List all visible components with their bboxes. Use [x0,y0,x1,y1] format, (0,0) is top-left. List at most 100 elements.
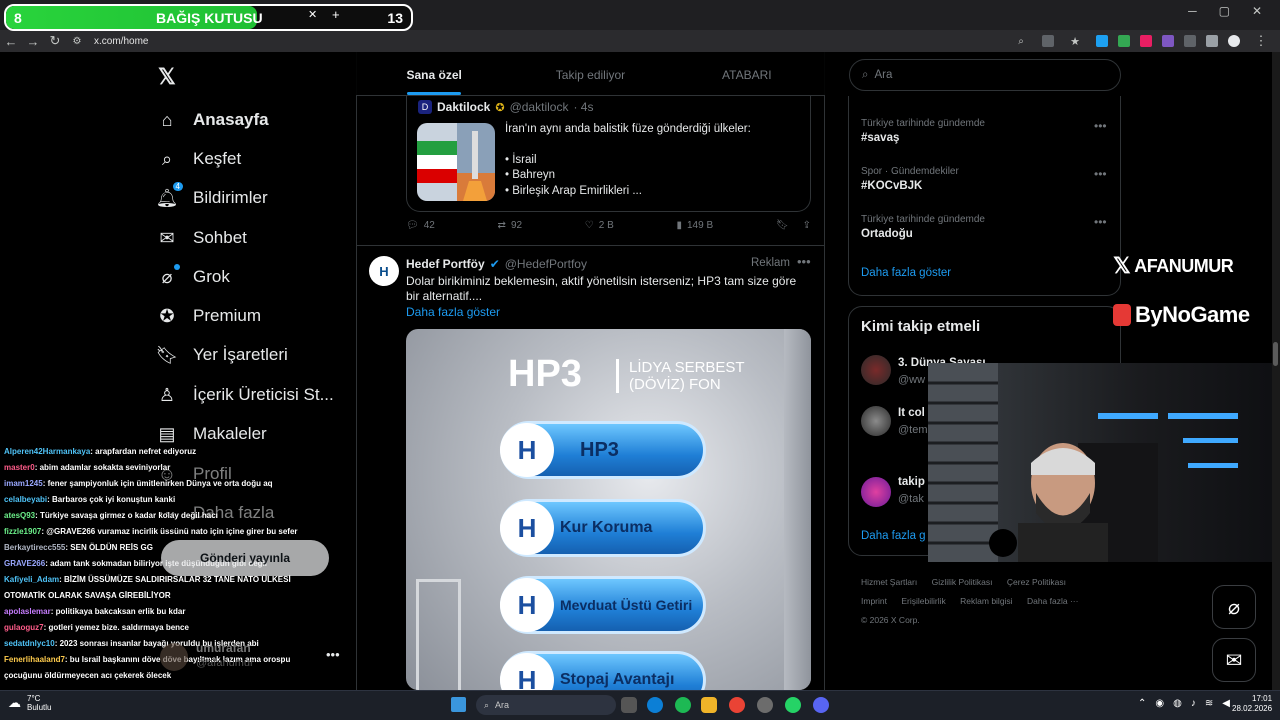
sidebar-item-3[interactable]: 🔔︎ 4 Bildirimler [156,182,268,208]
puzzle-icon[interactable] [1184,35,1196,47]
menu-icon[interactable]: ⋮ [1250,33,1272,49]
follow-name[interactable]: It col [898,407,925,419]
show-more-follow-link[interactable]: Daha fazla g [861,530,926,542]
system-tray: ⌃ ◉ ◍ ♪ ≋ ◀ [1138,698,1230,709]
who-to-follow-title: Kimi takip etmeli [861,318,981,335]
volume-icon[interactable]: ◀ [1222,698,1230,709]
site-info-icon[interactable]: ⚙ [66,36,88,47]
extension-icon[interactable] [1118,35,1130,47]
author-name[interactable]: Hedef Portföy [406,257,485,271]
obs-icon[interactable] [757,697,773,713]
like-button[interactable]: ♡ 2 B [585,220,614,231]
quoted-image[interactable] [417,123,495,201]
more-icon[interactable]: ••• [1094,167,1107,181]
maximize-button[interactable]: ▢ [1219,4,1230,18]
extension-icon[interactable] [1206,35,1218,47]
footer-link[interactable]: Imprint [861,596,887,606]
task-view-icon[interactable] [621,697,637,713]
sidebar-item-5[interactable]: ⌀ Grok [157,264,230,287]
sidebar-item-6[interactable]: ✪ Premium [157,306,261,326]
chat-text: : @GRAVE266 vuramaz incirlik üssünü nato… [41,527,298,536]
trend-item[interactable]: Türkiye tarihinde gündemde Ortadoğu [861,214,985,240]
chevron-up-icon[interactable]: ⌃ [1138,698,1146,709]
avatar[interactable] [861,355,891,385]
edge-icon[interactable] [647,697,663,713]
avatar[interactable] [861,477,891,507]
share-icon[interactable]: ⇪ [803,220,811,231]
back-icon[interactable]: ← [0,34,22,49]
more-icon[interactable]: ••• [1094,119,1107,133]
start-icon[interactable] [451,697,466,712]
close-icon[interactable]: ✕ [308,8,317,21]
reply-button[interactable]: 💬︎ 42 [406,220,435,231]
folder-icon[interactable] [701,697,717,713]
forward-icon[interactable]: → [22,34,44,49]
scrollbar-thumb[interactable] [1273,342,1278,366]
account-switcher[interactable]: umurafan @afanumur ••• [160,637,350,677]
chrome-icon[interactable] [729,697,745,713]
ad-pill: H HP3 [500,421,706,479]
sidebar-item-1[interactable]: ⌂ Anasayfa [157,110,269,130]
post-button[interactable]: Gönderi yayınla [161,540,329,576]
wifi-icon[interactable]: ≋ [1205,698,1213,709]
plus-icon[interactable]: + [332,7,340,22]
clock[interactable]: 17:01 28.02.2026 [1232,694,1272,714]
views-button[interactable]: ▮ 149 B [676,220,713,231]
trend-item[interactable]: Türkiye tarihinde gündemde #savaş [861,118,985,144]
spotify-icon[interactable] [675,697,691,713]
footer-link[interactable]: Çerez Politikası [1007,577,1066,587]
retweet-button[interactable]: ⇄ 92 [498,220,523,231]
sidebar-item-9[interactable]: ▤ Makaleler [157,424,266,444]
close-window-button[interactable]: ✕ [1252,4,1262,18]
grok-floating-button[interactable]: ⌀ [1212,585,1256,629]
author-name[interactable]: Daktilock [437,100,490,114]
chat-username: Berkaytirecc555 [4,543,66,552]
zoom-icon[interactable]: ⌕ [1010,36,1032,47]
footer-link[interactable]: Gizlilik Politikası [932,577,993,587]
avatar[interactable] [1228,35,1240,47]
show-more-trends-link[interactable]: Daha fazla göster [861,267,951,279]
avatar[interactable]: H [369,256,399,286]
sidebar-item-4[interactable]: ✉ Sohbet [157,228,246,248]
messages-floating-button[interactable]: ✉ [1212,638,1256,682]
extension-icon[interactable] [1042,35,1054,47]
footer-link[interactable]: Hizmet Şartları [861,577,917,587]
more-icon[interactable]: ••• [326,647,340,662]
more-icon[interactable]: ••• [797,254,811,269]
chat-username: Alperen42Harmankaya [4,447,91,456]
tab-for-you[interactable]: Sana özel [356,52,512,95]
whatsapp-icon[interactable] [785,697,801,713]
reload-icon[interactable]: ↻ [44,33,66,49]
bookmark-icon[interactable]: 🔖︎ [776,220,789,231]
tab-atabari[interactable]: ATABARI [669,52,825,95]
divider [357,245,824,246]
extension-icon[interactable] [1140,35,1152,47]
x-logo[interactable]: 𝕏 [158,64,176,90]
avatar[interactable] [861,406,891,436]
ad-image[interactable]: HP3 LİDYA SERBEST (DÖVİZ) FON H HP3 H Kur … [406,329,811,690]
more-icon[interactable]: ••• [1094,215,1107,229]
footer-link[interactable]: Erişilebilirlik [901,596,945,606]
search-input[interactable]: ⌕ Ara [849,59,1121,91]
follow-name[interactable]: takip [898,476,925,488]
discord-icon[interactable] [813,697,829,713]
sidebar-item-8[interactable]: ♙ İçerik Üreticisi St... [157,385,334,405]
minimize-button[interactable]: ─ [1188,4,1197,18]
sidebar-item-7[interactable]: 🔖︎ Yer İşaretleri [156,345,288,365]
taskbar-search[interactable]: ⌕ Ara [476,695,616,715]
show-more-link[interactable]: Daha fazla göster [406,305,500,319]
footer-link[interactable]: Reklam bilgisi [960,596,1012,606]
network-icon[interactable]: ◍ [1173,698,1182,709]
tab-following[interactable]: Takip ediliyor [512,52,668,95]
sidebar-item-2[interactable]: ⌕ Keşfet [157,149,241,169]
trend-item[interactable]: Spor · Gündemdekiler #KOCvBJK [861,166,959,192]
extension-icon[interactable] [1162,35,1174,47]
app-tray-icon[interactable]: ◉ [1155,698,1164,709]
url-field[interactable]: x.com/home [94,36,148,47]
mic-icon[interactable]: ♪ [1191,698,1196,709]
extension-icon[interactable] [1096,35,1108,47]
star-icon[interactable]: ★ [1064,35,1086,48]
footer-link[interactable]: Daha fazla ··· [1027,596,1079,606]
weather-widget[interactable]: ☁ 7°C Bulutlu [8,694,51,712]
scrollbar[interactable] [1272,52,1280,690]
